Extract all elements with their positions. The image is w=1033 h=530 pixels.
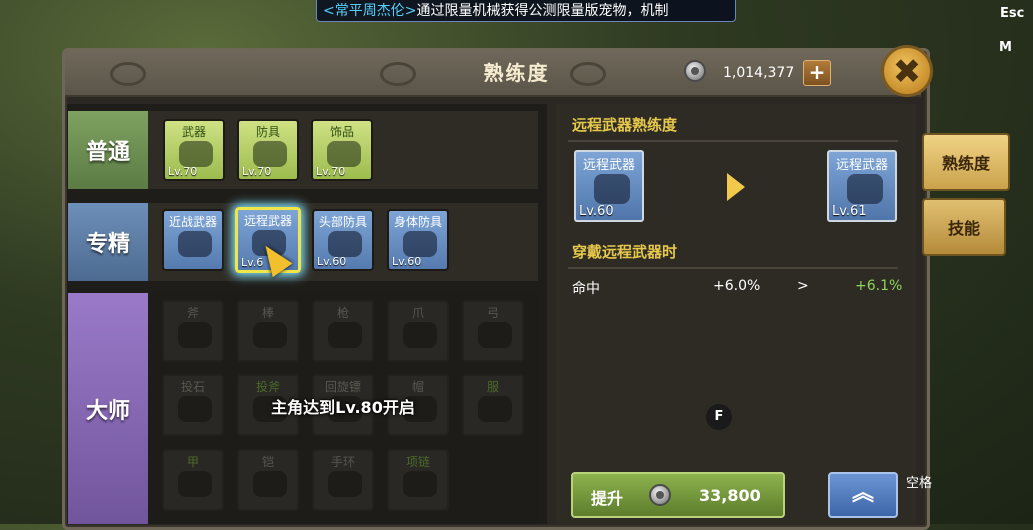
stat-current: +6.0% (713, 278, 761, 294)
tile-level: Lv.70 (316, 165, 346, 178)
tile-name: 甲 (186, 455, 199, 469)
stat-name: 命中 (572, 281, 600, 297)
tile-accessory[interactable]: 饰品 Lv.70 (311, 119, 373, 181)
ranged-weapon-icon (594, 174, 630, 204)
tile-armor-plate: 甲 (162, 449, 224, 511)
club-icon (253, 322, 287, 348)
tile-level: Lv.60 (317, 255, 347, 268)
tile-claw: 爪 (387, 300, 449, 362)
next-level-tile: 远程武器 Lv.61 (827, 150, 897, 222)
tile-level: Lv.61 (832, 204, 867, 219)
tile-name: 远程武器 (835, 158, 888, 173)
current-level-tile: 远程武器 Lv.60 (574, 150, 644, 222)
tile-weapon[interactable]: 武器 Lv.70 (163, 119, 225, 181)
divider (568, 140, 898, 142)
stat-next: +6.1% (855, 278, 903, 294)
max-upgrade-button[interactable]: ︽ (828, 472, 898, 518)
effect-title: 穿戴远程武器时 (572, 243, 678, 261)
window-title: 熟练度 (483, 61, 550, 85)
row-label-master: 大师 (68, 293, 148, 524)
tile-bracelet: 手环 (312, 449, 374, 511)
accessory-icon (327, 141, 361, 167)
tile-name: 服 (486, 380, 499, 394)
axe-icon (178, 322, 212, 348)
tile-name: 远程武器 (243, 214, 292, 228)
silver-coin-icon (649, 484, 671, 506)
tile-name: 枪 (336, 306, 349, 320)
tile-name: 投斧 (255, 380, 280, 394)
divider (568, 267, 898, 269)
necklace-icon (403, 471, 437, 497)
tile-name: 回旋镖 (324, 380, 361, 394)
ranged-weapon-icon (847, 174, 883, 204)
body-armor-icon (403, 231, 437, 257)
detail-title: 远程武器熟练度 (572, 116, 678, 134)
master-locked-message: 主角达到Lv.80开启 (271, 398, 415, 417)
tile-name: 铠 (261, 455, 274, 469)
stat-arrow: > (797, 278, 809, 294)
tile-necklace: 项链 (387, 449, 449, 511)
spear-icon (328, 322, 362, 348)
tile-mail: 铠 (237, 449, 299, 511)
upgrade-cost: 33,800 (699, 486, 761, 505)
tile-spear: 枪 (312, 300, 374, 362)
silver-coin-icon (684, 60, 706, 82)
announcement-speaker: <常平周杰伦> (323, 3, 417, 19)
tile-name: 棒 (261, 306, 274, 320)
mail-icon (253, 471, 287, 497)
arrow-right-icon (727, 173, 745, 201)
tile-name: 武器 (181, 125, 206, 139)
tile-name: 防具 (255, 125, 280, 139)
bow-icon (478, 322, 512, 348)
tile-name: 饰品 (329, 125, 354, 139)
tile-axe: 斧 (162, 300, 224, 362)
tile-name: 头部防具 (318, 215, 367, 229)
melee-weapon-icon (178, 231, 212, 257)
row-label-expert: 专精 (68, 203, 148, 281)
esc-hotkey[interactable]: Esc (1000, 6, 1024, 21)
tile-head-armor[interactable]: 头部防具 Lv.60 (312, 209, 374, 271)
tile-club: 棒 (237, 300, 299, 362)
close-button[interactable]: ✖ (881, 45, 933, 97)
tile-name: 远程武器 (582, 158, 635, 173)
tile-name: 投石 (180, 380, 205, 394)
tile-name: 帽 (411, 380, 424, 394)
upgrade-label: 提升 (591, 489, 624, 508)
tile-name: 斧 (186, 306, 199, 320)
tile-level: Lv.60 (579, 204, 614, 219)
row-label-normal: 普通 (68, 111, 148, 189)
tile-level: Lv.60 (392, 255, 422, 268)
tile-name: 弓 (486, 306, 499, 320)
armor-plate-icon (178, 471, 212, 497)
tile-level: Lv.70 (242, 165, 272, 178)
tile-name: 爪 (411, 306, 424, 320)
announcement-message: 通过限量机械获得公测限量版宠物，机制 (416, 3, 669, 19)
tile-name: 手环 (330, 455, 355, 469)
add-currency-button[interactable]: + (803, 60, 831, 86)
hotkey-space: 空格 (906, 476, 933, 491)
tile-name: 近战武器 (168, 215, 217, 229)
tile-body-armor[interactable]: 身体防具 Lv.60 (387, 209, 449, 271)
bracelet-icon (328, 471, 362, 497)
tile-melee-weapon[interactable]: 近战武器 (162, 209, 224, 271)
head-armor-icon (328, 231, 362, 257)
tab-skills[interactable]: 技能 (922, 198, 1006, 256)
weapon-icon (179, 141, 213, 167)
armor-icon (253, 141, 287, 167)
tile-name: 项链 (405, 455, 430, 469)
tile-name: 身体防具 (393, 215, 442, 229)
currency-amount: 1,014,377 (723, 65, 795, 81)
announcement-bar: <常平周杰伦>通过限量机械获得公测限量版宠物，机制 (316, 0, 736, 22)
tile-bow: 弓 (462, 300, 524, 362)
tile-armor[interactable]: 防具 Lv.70 (237, 119, 299, 181)
upgrade-button[interactable]: 提升 33,800 (571, 472, 785, 518)
claw-icon (403, 322, 437, 348)
hotkey-f[interactable]: F (706, 404, 732, 430)
tab-proficiency[interactable]: 熟练度 (922, 133, 1010, 191)
tile-level: Lv.70 (168, 165, 198, 178)
